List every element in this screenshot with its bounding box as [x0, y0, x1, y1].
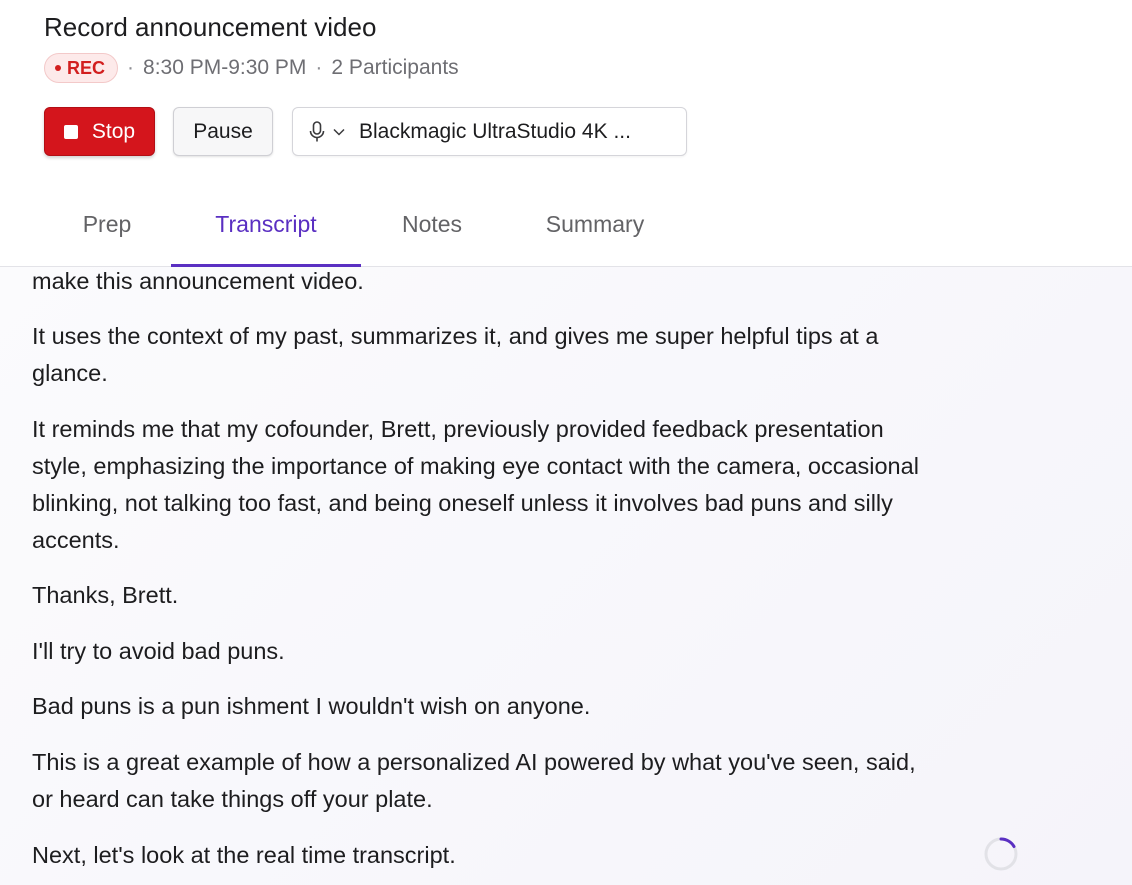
rec-label: REC [67, 57, 106, 78]
recording-controls: Stop Pause Blackmagic UltraStudio 4K ... [44, 107, 687, 156]
tab-notes[interactable]: Notes [385, 203, 479, 266]
record-dot-icon [55, 65, 61, 71]
meta-separator: · [315, 56, 323, 79]
transcript-paragraph: This is a great example of how a persona… [32, 749, 916, 812]
pause-button[interactable]: Pause [173, 107, 273, 156]
mic-device-name: Blackmagic UltraStudio 4K ... [359, 119, 631, 143]
tab-prep[interactable]: Prep [70, 203, 144, 266]
microphone-icon [309, 120, 329, 144]
pause-label: Pause [193, 119, 253, 143]
transcript-paragraph: Bad puns is a pun ishment I wouldn't wis… [32, 693, 591, 719]
transcript-panel[interactable]: make this announcement video. It uses th… [0, 267, 1132, 885]
tab-prep-label: Prep [82, 211, 132, 237]
participants-count: 2 Participants [331, 56, 459, 79]
transcript-paragraph: make this announcement video. [32, 268, 364, 294]
transcript-paragraph: It reminds me that my cofounder, Brett, … [32, 416, 919, 553]
tab-summary-label: Summary [545, 211, 645, 237]
time-range: 8:30 PM-9:30 PM [143, 56, 307, 79]
tab-transcript[interactable]: Transcript [171, 203, 361, 267]
tab-transcript-label: Transcript [215, 211, 317, 237]
stop-label: Stop [91, 119, 136, 143]
stop-button[interactable]: Stop [44, 107, 155, 156]
transcript-paragraph: It uses the context of my past, summariz… [32, 323, 879, 386]
recording-header: Record announcement video REC · 8:30 PM-… [0, 0, 1132, 267]
rec-status-badge: REC [44, 53, 119, 83]
tab-bar: Prep Transcript Notes Summary [0, 203, 1132, 267]
microphone-select[interactable]: Blackmagic UltraStudio 4K ... [292, 107, 687, 156]
transcript-paragraph: I'll try to avoid bad puns. [32, 638, 285, 664]
tab-summary[interactable]: Summary [525, 203, 665, 266]
transcript-paragraph: Next, let's look at the real time transc… [32, 842, 456, 868]
stop-square-icon [63, 124, 78, 139]
loading-spinner-icon [983, 836, 1019, 872]
meta-separator: · [127, 56, 135, 79]
chevron-down-icon [333, 128, 345, 136]
recording-meta: REC · 8:30 PM-9:30 PM · 2 Participants [44, 52, 459, 84]
transcript-paragraph: Thanks, Brett. [32, 582, 179, 608]
tab-notes-label: Notes [401, 211, 463, 237]
page-title: Record announcement video [44, 12, 377, 42]
